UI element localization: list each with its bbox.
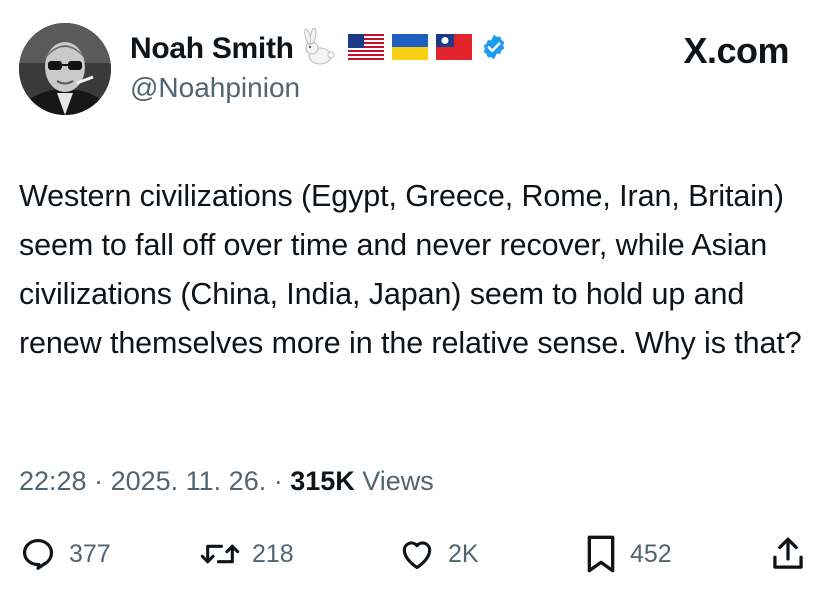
reply-button[interactable]: 377 (19, 532, 111, 576)
reply-count: 377 (69, 539, 111, 568)
post-time[interactable]: 22:28 (19, 466, 87, 496)
like-count: 2K (448, 539, 479, 568)
author-name[interactable]: Noah Smith (130, 32, 294, 66)
taiwan-flag-icon (435, 33, 472, 65)
heart-icon (402, 541, 432, 570)
bookmark-button[interactable]: 452 (584, 532, 672, 576)
verified-badge-icon[interactable] (480, 33, 508, 66)
post-date[interactable]: 2025. 11. 26. (111, 466, 267, 496)
avatar-image (19, 23, 111, 115)
brand-logo: X.com (683, 30, 789, 71)
meta-separator: · (266, 466, 291, 496)
reply-icon (22, 538, 54, 570)
author-name-row: Noah Smith (130, 27, 508, 71)
author-handle[interactable]: @Noahpinion (130, 72, 300, 104)
bookmark-icon (587, 535, 615, 573)
post-meta: 22:28 · 2025. 11. 26. · 315K Views (19, 466, 434, 497)
rabbit-icon (302, 27, 340, 71)
share-icon (773, 537, 803, 569)
meta-separator: · (86, 466, 111, 496)
repost-icon (200, 544, 240, 564)
ukraine-flag-icon (391, 33, 428, 65)
views-label: Views (354, 466, 434, 496)
views-count[interactable]: 315K (290, 466, 355, 496)
avatar[interactable] (19, 23, 111, 115)
share-button[interactable] (770, 532, 806, 576)
repost-button[interactable]: 218 (200, 532, 294, 576)
repost-count: 218 (252, 539, 294, 568)
bookmark-count: 452 (630, 539, 672, 568)
post-text: Western civilizations (Egypt, Greece, Ro… (19, 179, 802, 360)
like-button[interactable]: 2K (398, 532, 479, 576)
us-flag-icon (347, 33, 384, 65)
